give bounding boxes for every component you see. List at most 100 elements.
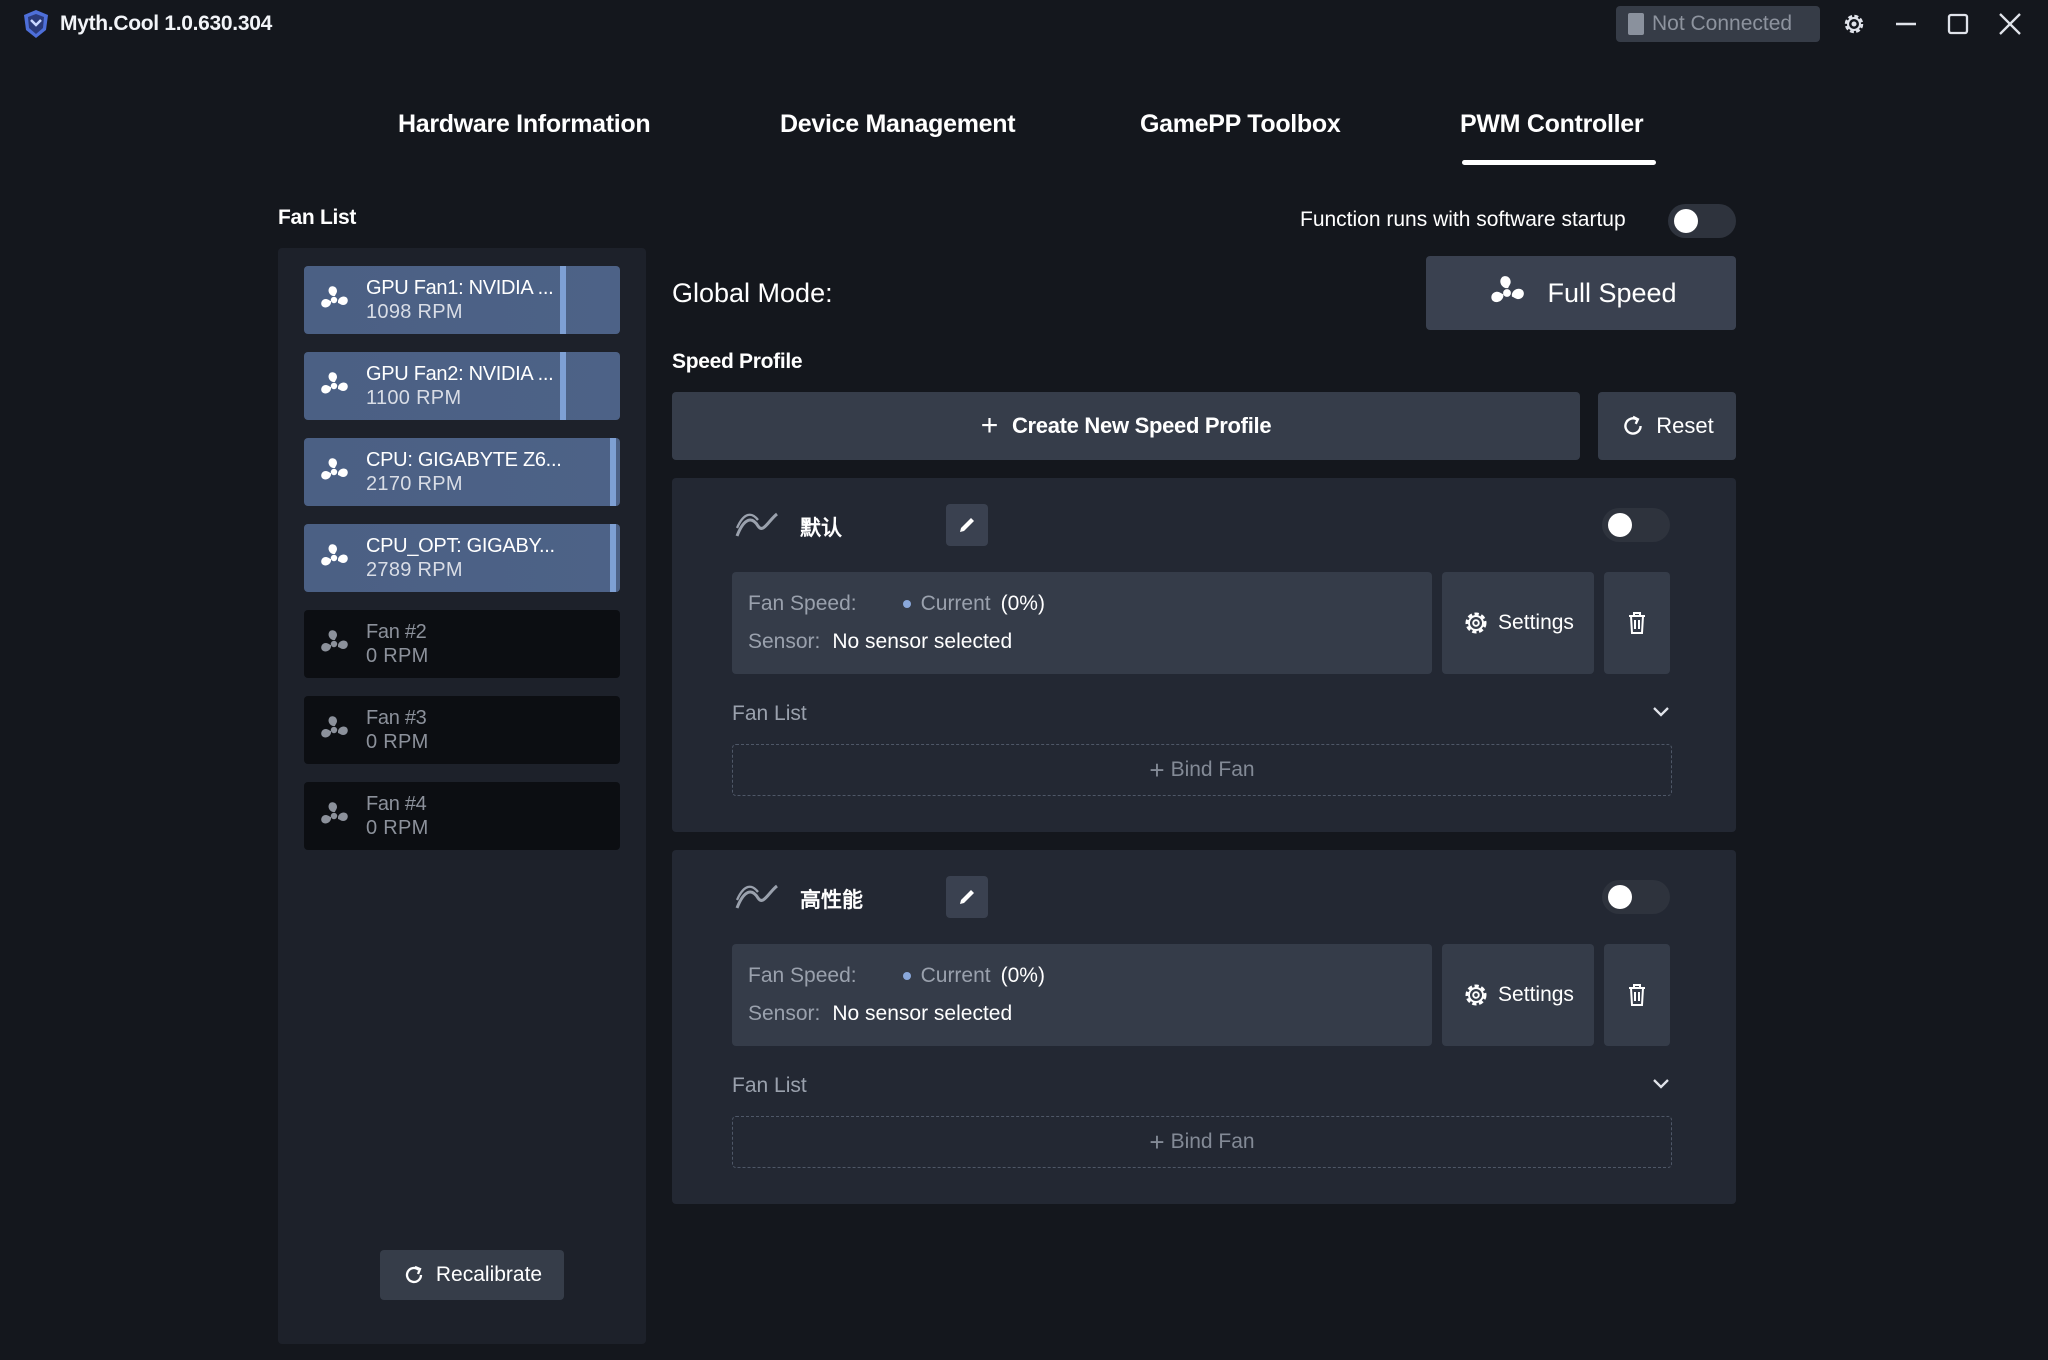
startup-toggle[interactable] — [1668, 204, 1736, 238]
trash-icon — [1629, 984, 1645, 1006]
fan-name: GPU Fan2: NVIDIA ... — [366, 363, 554, 385]
profile-info-box: Fan Speed: Current (0%) Sensor: No senso… — [732, 572, 1432, 674]
refresh-icon — [1624, 415, 1643, 435]
current-indicator-dot — [902, 600, 911, 608]
fan-list-item[interactable]: Fan #3 0 RPM — [304, 696, 620, 764]
fan-list-item[interactable]: Fan #2 0 RPM — [304, 610, 620, 678]
recalibrate-button[interactable]: Recalibrate — [380, 1250, 564, 1300]
fan-list-title: Fan List — [278, 206, 357, 229]
fan-name: GPU Fan1: NVIDIA ... — [366, 277, 554, 299]
fan-icon — [316, 368, 352, 404]
minimize-button[interactable] — [1890, 8, 1922, 40]
tab-pwm-controller[interactable]: PWM Controller — [1460, 110, 1644, 139]
speed-profile-card: 高性能 Fan Speed: Current (0%) Sensor: No s… — [672, 850, 1736, 1204]
fan-rpm: 2789 RPM — [366, 559, 463, 581]
fan-accent-bar — [560, 352, 566, 420]
fan-icon — [316, 540, 352, 576]
bind-fan-label: Bind Fan — [1170, 758, 1255, 781]
fan-list-item[interactable]: CPU: GIGABYTE Z6... 2170 RPM — [304, 438, 620, 506]
pencil-icon — [960, 890, 974, 904]
connection-status-label: Not Connected — [1652, 12, 1793, 35]
delete-profile-button[interactable] — [1604, 944, 1670, 1046]
edit-profile-button[interactable] — [946, 876, 988, 918]
profile-fan-list-label: Fan List — [732, 702, 807, 725]
global-mode-label: Global Mode: — [672, 278, 833, 308]
fan-icon — [1485, 271, 1529, 315]
fan-icon — [316, 282, 352, 318]
tab-device-management[interactable]: Device Management — [780, 110, 1016, 139]
close-icon — [1999, 13, 2021, 35]
settings-label: Settings — [1498, 611, 1574, 634]
fan-list-item[interactable]: GPU Fan1: NVIDIA ... 1098 RPM — [304, 266, 620, 334]
app-title: Myth.Cool 1.0.630.304 — [60, 12, 272, 35]
refresh-icon — [405, 1265, 423, 1284]
profile-fan-list-label: Fan List — [732, 1074, 807, 1097]
close-button[interactable] — [1994, 8, 2026, 40]
fan-speed-label: Fan Speed: — [748, 592, 857, 615]
fan-rpm: 2170 RPM — [366, 473, 463, 495]
create-speed-profile-button[interactable]: + Create New Speed Profile — [672, 392, 1580, 460]
profile-settings-button[interactable]: Settings — [1442, 572, 1594, 674]
profile-settings-button[interactable]: Settings — [1442, 944, 1594, 1046]
fan-icon — [316, 712, 352, 748]
chevron-down-icon — [1653, 1079, 1669, 1089]
fan-list-item[interactable]: Fan #4 0 RPM — [304, 782, 620, 850]
global-mode-value: Full Speed — [1547, 277, 1677, 308]
toggle-knob — [1608, 513, 1632, 537]
sensor-label: Sensor: — [748, 630, 821, 653]
fan-name: Fan #4 — [366, 793, 427, 815]
profile-enable-toggle[interactable] — [1602, 880, 1670, 914]
fan-accent-bar — [560, 266, 566, 334]
create-profile-label: Create New Speed Profile — [1011, 413, 1272, 438]
chevron-down-icon — [1653, 707, 1669, 717]
fan-list-item[interactable]: GPU Fan2: NVIDIA ... 1100 RPM — [304, 352, 620, 420]
fan-list-expand-button[interactable] — [1648, 698, 1674, 729]
pencil-icon — [960, 518, 974, 532]
sensor-label: Sensor: — [748, 1002, 821, 1025]
settings-label: Settings — [1498, 983, 1574, 1006]
current-indicator-dot — [902, 972, 911, 980]
fan-rpm: 0 RPM — [366, 731, 429, 753]
reset-button[interactable]: Reset — [1598, 392, 1736, 460]
bind-fan-button[interactable]: + Bind Fan — [732, 744, 1672, 796]
fan-rpm: 1098 RPM — [366, 301, 463, 323]
curve-icon — [735, 884, 778, 909]
fan-icon — [316, 626, 352, 662]
reset-label: Reset — [1656, 413, 1714, 438]
fan-icon — [316, 798, 352, 834]
current-value: (0%) — [1000, 964, 1045, 987]
active-tab-indicator — [1462, 160, 1656, 165]
profile-info-box: Fan Speed: Current (0%) Sensor: No senso… — [732, 944, 1432, 1046]
plus-icon: + — [980, 409, 999, 442]
settings-gear-button[interactable] — [1838, 8, 1870, 40]
current-value: (0%) — [1000, 592, 1045, 615]
profile-enable-toggle[interactable] — [1602, 508, 1670, 542]
gear-icon — [1465, 984, 1487, 1006]
fan-speed-label: Fan Speed: — [748, 964, 857, 987]
edit-profile-button[interactable] — [946, 504, 988, 546]
delete-profile-button[interactable] — [1604, 572, 1670, 674]
profile-name: 高性能 — [800, 889, 863, 912]
global-mode-full-speed-button[interactable]: Full Speed — [1426, 256, 1736, 330]
tab-gamepp-toolbox[interactable]: GamePP Toolbox — [1140, 110, 1341, 139]
sensor-value: No sensor selected — [832, 630, 1013, 653]
bind-fan-button[interactable]: + Bind Fan — [732, 1116, 1672, 1168]
fan-accent-bar — [610, 524, 616, 592]
bind-fan-label: Bind Fan — [1170, 1130, 1255, 1153]
curve-icon — [735, 512, 778, 537]
profile-name: 默认 — [800, 517, 842, 540]
tab-hardware-information[interactable]: Hardware Information — [398, 110, 651, 139]
fan-rpm: 1100 RPM — [366, 387, 462, 409]
fan-name: Fan #3 — [366, 707, 427, 729]
maximize-button[interactable] — [1942, 8, 1974, 40]
fan-list-expand-button[interactable] — [1648, 1070, 1674, 1101]
sensor-value: No sensor selected — [832, 1002, 1013, 1025]
minimize-icon — [1896, 22, 1916, 26]
speed-profile-card: 默认 Fan Speed: Current (0%) Sensor: No se… — [672, 478, 1736, 832]
fan-list-item[interactable]: CPU_OPT: GIGABY... 2789 RPM — [304, 524, 620, 592]
fan-accent-bar — [610, 438, 616, 506]
startup-label: Function runs with software startup — [1300, 208, 1626, 231]
gear-icon — [1844, 14, 1864, 34]
app-logo-icon — [20, 8, 52, 40]
connection-status-badge[interactable]: Not Connected — [1616, 6, 1820, 42]
